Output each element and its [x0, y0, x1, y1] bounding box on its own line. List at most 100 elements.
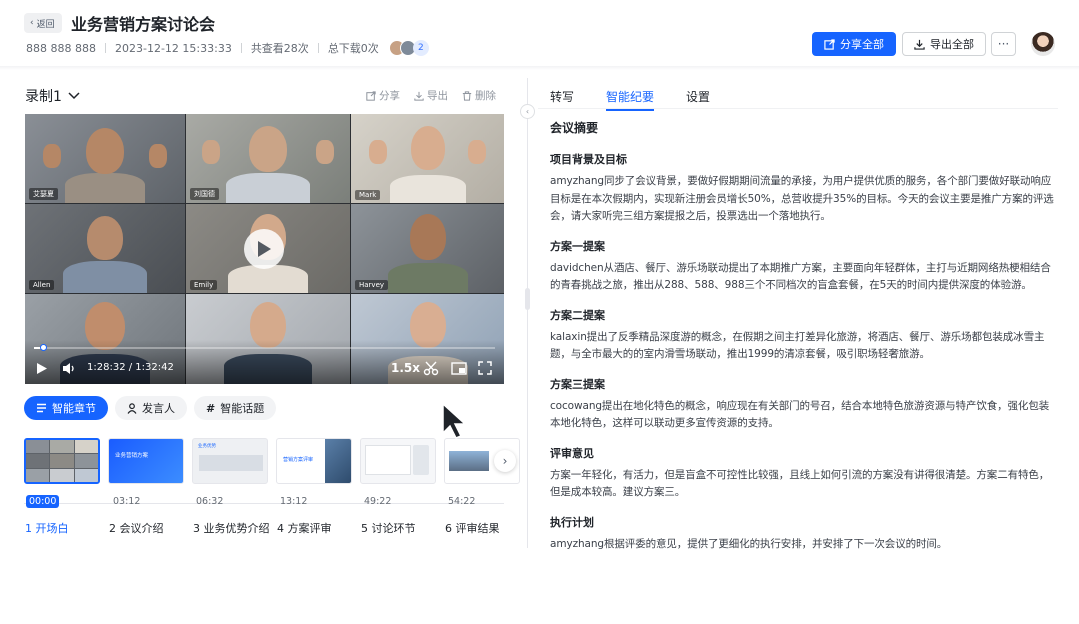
- share-all-button[interactable]: 分享全部: [812, 32, 896, 56]
- chapter-label[interactable]: 1 开场白: [25, 520, 69, 536]
- participant-name-tag: 艾瑟夏: [29, 188, 58, 200]
- user-avatar[interactable]: [1031, 32, 1055, 56]
- participant-name-tag: Mark: [355, 190, 381, 200]
- more-button[interactable]: ···: [991, 32, 1016, 56]
- chapter-label[interactable]: 4 方案评审: [277, 520, 332, 536]
- section-body: cocowang提出在地化特色的概念，响应现在有关部门的号召，结合本地特色旅游资…: [550, 399, 1050, 430]
- export-recording-label: 导出: [427, 90, 448, 102]
- meeting-datetime: 2023-12-12 15:33:33: [114, 41, 232, 55]
- download-icon: [914, 39, 925, 50]
- recording-selector[interactable]: 录制1: [25, 86, 80, 106]
- share-icon: [824, 38, 835, 50]
- section-body: davidchen从酒店、餐厅、游乐场联动提出了本期推广方案，主要面向年轻群体，…: [550, 261, 1051, 292]
- tab-transcript[interactable]: 转写: [550, 88, 574, 105]
- chapter-thumbnail[interactable]: 业务营销方案: [108, 438, 184, 484]
- video-tile: 刘国德: [186, 114, 350, 203]
- participant-name-tag: Harvey: [355, 280, 389, 290]
- chip-smart-topics[interactable]: # 智能话题: [194, 396, 277, 420]
- export-recording-button[interactable]: 导出: [414, 88, 448, 103]
- chapter-timestamp[interactable]: 00:00: [26, 495, 60, 508]
- divider: [104, 43, 106, 53]
- chip-label: 发言人: [142, 402, 175, 415]
- summary-section: 项目背景及目标 amyzhang同步了会议背景，要做好假期期间流量的承接，为用户…: [550, 151, 1055, 226]
- chapter-timestamp[interactable]: 54:22: [445, 495, 478, 508]
- participant-name-tag: Emily: [190, 280, 218, 290]
- chevron-right-icon: ›: [502, 454, 508, 468]
- video-tile: Allen: [25, 204, 185, 293]
- delete-recording-button[interactable]: 删除: [462, 88, 496, 103]
- collapse-panel-button[interactable]: ‹: [520, 104, 535, 119]
- participant-name-tag: 刘国德: [190, 188, 219, 200]
- list-icon: [37, 403, 46, 413]
- share-icon: [366, 90, 376, 101]
- video-player[interactable]: 艾瑟夏 刘国德 Mark Allen Emily Harvey 1:28:32 …: [25, 114, 504, 384]
- tab-smart-minutes[interactable]: 智能纪要: [606, 88, 655, 111]
- page-title: 业务营销方案讨论会: [71, 15, 216, 34]
- tabs-divider: [538, 108, 1058, 109]
- mouse-cursor-icon: [442, 403, 467, 439]
- scissors-icon[interactable]: [423, 361, 439, 376]
- chapter-label[interactable]: 5 讨论环节: [361, 520, 416, 536]
- section-body: amyzhang根据评委的意见，提供了更细化的执行安排，并安排了下一次会议的时间…: [550, 537, 948, 550]
- chevron-left-icon: ‹: [30, 18, 34, 28]
- video-tile: 艾瑟夏: [25, 114, 185, 203]
- chapter-thumbnail[interactable]: 营销方案评审: [276, 438, 352, 484]
- play-overlay-button[interactable]: [244, 229, 284, 269]
- thumbnail-text: 营销方案评审: [283, 457, 314, 463]
- user-icon: [127, 402, 137, 414]
- chip-speakers[interactable]: 发言人: [115, 396, 187, 420]
- hash-icon: #: [206, 401, 216, 415]
- thumbnail-text: 业务营销方案: [115, 453, 149, 459]
- participant-avatars[interactable]: 2: [388, 40, 429, 56]
- meeting-summary: 会议摘要 项目背景及目标 amyzhang同步了会议背景，要做好假期期间流量的承…: [550, 119, 1055, 565]
- play-icon: [258, 241, 271, 257]
- chapter-label[interactable]: 6 评审结果: [445, 520, 500, 536]
- divider: [240, 43, 242, 53]
- export-all-label: 导出全部: [930, 38, 974, 51]
- chapter-timestamp[interactable]: 13:12: [277, 495, 310, 508]
- chapter-timestamp[interactable]: 06:32: [193, 495, 226, 508]
- trash-icon: [462, 90, 472, 101]
- meeting-id: 888 888 888: [26, 41, 96, 55]
- recording-actions: 分享 导出 删除: [366, 88, 496, 103]
- fullscreen-icon[interactable]: [478, 361, 492, 375]
- section-title: 方案三提案: [550, 377, 605, 391]
- playback-speed-button[interactable]: 1.5x: [391, 361, 420, 375]
- summary-section: 执行计划 amyzhang根据评委的意见，提供了更细化的执行安排，并安排了下一次…: [550, 514, 1055, 554]
- volume-icon[interactable]: [62, 362, 77, 375]
- right-panel-tabs: 转写 智能纪要 设置: [550, 88, 710, 111]
- back-button[interactable]: ‹ 返回: [24, 13, 62, 33]
- resize-handle[interactable]: [525, 288, 530, 310]
- video-time: 1:28:32 / 1:32:42: [87, 362, 174, 373]
- section-title: 方案一提案: [550, 239, 605, 253]
- participant-name-tag: Allen: [29, 280, 55, 290]
- summary-section: 方案三提案 cocowang提出在地化特色的概念，响应现在有关部门的号召，结合本…: [550, 376, 1055, 433]
- chapter-label[interactable]: 2 会议介绍: [109, 520, 164, 536]
- section-title: 执行计划: [550, 515, 594, 529]
- section-body: kalaxin提出了反季精品深度游的概念，在假期之间主打差异化旅游，将酒店、餐厅…: [550, 330, 1045, 361]
- chapter-timestamp[interactable]: 49:22: [361, 495, 394, 508]
- chapter-label[interactable]: 3 业务优势介绍: [193, 520, 270, 536]
- picture-in-picture-icon[interactable]: [451, 362, 467, 375]
- chip-label: 智能话题: [220, 402, 265, 415]
- play-icon[interactable]: [36, 362, 48, 375]
- view-count: 共查看28次: [250, 42, 309, 55]
- divider: [317, 43, 319, 53]
- thumbnails-next-button[interactable]: ›: [494, 450, 516, 472]
- video-progress-bar[interactable]: [34, 344, 495, 351]
- tab-settings[interactable]: 设置: [686, 88, 710, 105]
- chapter-thumbnail[interactable]: 业务优势: [192, 438, 268, 484]
- section-title: 评审意见: [550, 446, 594, 460]
- share-recording-label: 分享: [379, 90, 400, 102]
- chapter-thumbnail[interactable]: [360, 438, 436, 484]
- chip-smart-chapters[interactable]: 智能章节: [24, 396, 108, 420]
- summary-section: 评审意见 方案一年轻化，有活力，但是盲盒不可控性比较强，且线上如何引流的方案没有…: [550, 445, 1055, 502]
- back-button-label: 返回: [36, 19, 55, 30]
- export-all-button[interactable]: 导出全部: [902, 32, 986, 56]
- chapter-thumbnails: 业务营销方案 业务优势 营销方案评审: [24, 438, 520, 484]
- chapter-thumbnail[interactable]: [24, 438, 100, 484]
- share-recording-button[interactable]: 分享: [366, 88, 400, 103]
- summary-title: 会议摘要: [550, 121, 599, 135]
- section-title: 项目背景及目标: [550, 153, 627, 166]
- chapter-timestamp[interactable]: 03:12: [110, 495, 143, 508]
